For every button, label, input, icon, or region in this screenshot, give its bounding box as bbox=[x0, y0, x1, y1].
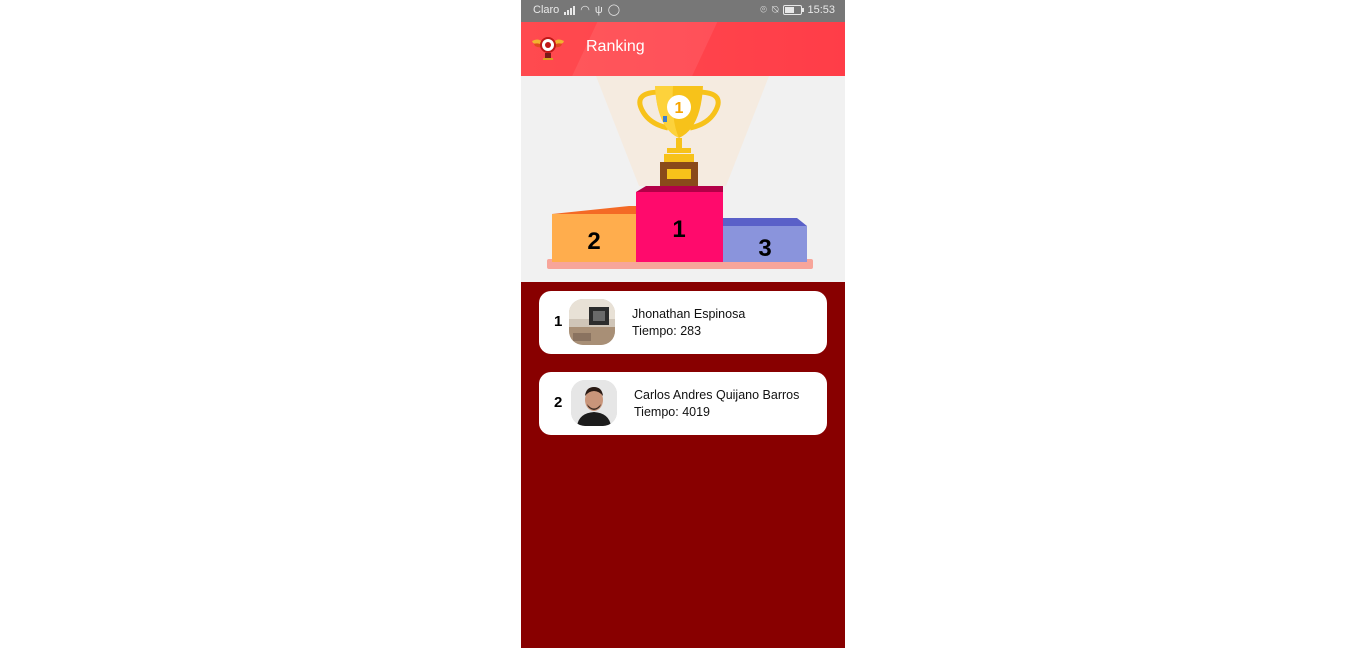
player-name: Jhonathan Espinosa bbox=[632, 307, 746, 321]
trophy-stem bbox=[676, 138, 682, 148]
trophy-neck bbox=[667, 148, 691, 153]
silent-icon: ⍉ bbox=[771, 4, 779, 16]
clock: 15:53 bbox=[807, 4, 835, 16]
trophy-plaque bbox=[667, 169, 691, 179]
status-bar: Claro ◠ ψ ◯ ⌾ ⍉ 15:53 bbox=[521, 0, 845, 22]
signal-icon bbox=[564, 5, 576, 15]
rank-number: 1 bbox=[554, 313, 563, 330]
podium-3-label: 3 bbox=[758, 235, 771, 262]
avatar[interactable] bbox=[569, 299, 615, 345]
avatar[interactable] bbox=[571, 380, 617, 426]
podium-3-top bbox=[723, 218, 807, 226]
player-time: Tiempo: 4019 bbox=[634, 405, 710, 419]
time-value: 283 bbox=[680, 324, 702, 338]
list-item[interactable]: 2 Carlos Andres Quijano Barros Tiempo: 40… bbox=[539, 372, 827, 435]
wifi-icon: ◠ bbox=[580, 4, 590, 16]
location-icon: ⌾ bbox=[760, 4, 767, 16]
podium-illustration: 1 2 3 1 bbox=[547, 76, 813, 269]
podium-1-top bbox=[636, 186, 723, 192]
status-left: Claro ◠ ψ ◯ bbox=[533, 4, 620, 16]
podium-2-label: 2 bbox=[587, 228, 600, 255]
time-label: Tiempo: bbox=[632, 324, 677, 338]
carrier-label: Claro bbox=[533, 4, 560, 16]
podium-1-label: 1 bbox=[672, 216, 685, 243]
list-item[interactable]: 1 Jhonathan Espinosa Tiempo: 283 bbox=[539, 291, 827, 354]
app-bar: Ranking bbox=[521, 22, 845, 76]
trophy-base-top bbox=[664, 154, 694, 162]
trophy-gem bbox=[663, 116, 667, 122]
status-right: ⌾ ⍉ 15:53 bbox=[760, 4, 835, 16]
podium-2-top bbox=[552, 206, 636, 214]
winged-logo-icon[interactable] bbox=[530, 31, 566, 65]
trophy-number: 1 bbox=[675, 100, 684, 117]
usb-icon: ψ bbox=[594, 4, 603, 16]
page-title: Ranking bbox=[586, 38, 645, 55]
player-time: Tiempo: 283 bbox=[632, 324, 701, 338]
time-label: Tiempo: bbox=[634, 405, 679, 419]
podium-banner: 1 2 3 1 bbox=[521, 76, 845, 282]
battery-icon bbox=[783, 5, 805, 15]
player-name: Carlos Andres Quijano Barros bbox=[634, 388, 800, 402]
whatsapp-icon: ◯ bbox=[607, 4, 621, 16]
time-value: 4019 bbox=[682, 405, 710, 419]
phone-screen: Claro ◠ ψ ◯ ⌾ ⍉ 15:53 Ranking 1 2 3 1 1 … bbox=[521, 0, 845, 648]
rank-number: 2 bbox=[554, 394, 563, 411]
